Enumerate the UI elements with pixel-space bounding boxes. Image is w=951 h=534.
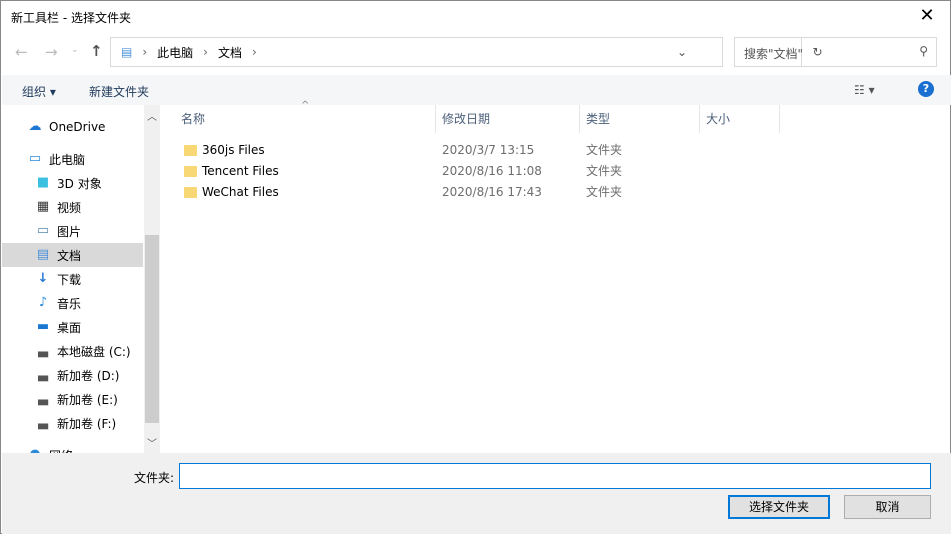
sidebar-item-this-pc[interactable]: ▭ 此电脑 <box>27 147 161 171</box>
sidebar-item-desktop[interactable]: ▬ 桌面 <box>2 315 143 339</box>
column-headers: ^ 名称 修改日期 类型 大小 <box>161 100 951 133</box>
cloud-icon: ☁ <box>28 119 42 134</box>
sidebar-item-videos[interactable]: ▦ 视频 <box>2 195 143 219</box>
cube-icon: ■ <box>36 175 50 190</box>
folder-icon <box>184 187 197 198</box>
recent-dropdown-button[interactable]: ⌄ <box>71 45 79 55</box>
breadcrumb-documents[interactable]: 文档 <box>218 44 242 61</box>
sidebar-item-drive-f[interactable]: ▃ 新加卷 (F:) <box>2 411 143 435</box>
file-row[interactable]: Tencent Files 2020/8/16 11:08 文件夹 <box>161 161 951 182</box>
organize-button[interactable]: 组织 ▾ <box>22 83 56 100</box>
column-date-modified[interactable]: 修改日期 <box>434 105 580 133</box>
sidebar-item-drive-d[interactable]: ▃ 新加卷 (D:) <box>2 363 143 387</box>
column-name[interactable]: 名称 <box>173 105 436 133</box>
scroll-down-button[interactable]: ﹀ <box>147 435 157 450</box>
sidebar-item-pictures[interactable]: ▭ 图片 <box>2 219 143 243</box>
navigation-pane: ☁ OneDrive ▭ 此电脑 ■ 3D 对象 ▦ 视频 ▭ 图片 ▤ 文档 ↓ 下载 ♪ 音… <box>2 105 161 453</box>
drive-icon: ▃ <box>38 343 48 358</box>
new-folder-button[interactable]: 新建文件夹 <box>89 83 149 100</box>
forward-button[interactable]: → <box>45 43 58 61</box>
document-icon: ▤ <box>121 45 133 59</box>
sidebar-item-network[interactable]: ●网络 <box>27 443 161 453</box>
sidebar-item-3d-objects[interactable]: ■ 3D 对象 <box>2 171 143 195</box>
file-row[interactable]: WeChat Files 2020/8/16 17:43 文件夹 <box>161 182 951 203</box>
sidebar-item-downloads[interactable]: ↓ 下载 <box>2 267 143 291</box>
sidebar-item-music[interactable]: ♪ 音乐 <box>2 291 143 315</box>
drive-icon: ▃ <box>38 391 48 406</box>
select-folder-button[interactable]: 选择文件夹 <box>728 495 830 519</box>
sidebar-scrollbar[interactable]: ︿ ﹀ <box>144 105 160 453</box>
window-title: 新工具栏 - 选择文件夹 <box>11 11 131 25</box>
toolbar: 组织 ▾ 新建文件夹 ☷ ▾ ? <box>2 75 951 105</box>
back-button[interactable]: ← <box>15 43 28 61</box>
folder-label: 文件夹: <box>134 471 175 485</box>
folder-icon <box>184 145 197 156</box>
close-button[interactable]: ✕ <box>912 3 942 29</box>
dialog-footer: 文件夹: 选择文件夹 取消 <box>2 453 951 534</box>
search-input[interactable]: 搜索"文档" ⚲ <box>734 37 937 67</box>
folder-input[interactable] <box>179 463 931 489</box>
sidebar-item-onedrive[interactable]: ☁ OneDrive <box>27 115 161 139</box>
help-icon[interactable]: ? <box>918 81 934 97</box>
picture-icon: ▭ <box>36 223 50 238</box>
chevron-right-icon: › <box>142 45 148 59</box>
search-icon: ⚲ <box>919 44 928 58</box>
column-size[interactable]: 大小 <box>698 105 780 133</box>
video-icon: ▦ <box>36 199 50 214</box>
folder-picker-dialog: 新工具栏 - 选择文件夹 ✕ ← → ⌄ ↑ ▤ › 此电脑 › 文档 › ⌄ … <box>0 0 951 534</box>
up-button[interactable]: ↑ <box>90 42 103 60</box>
address-bar[interactable]: ▤ › 此电脑 › 文档 › ⌄ ↻ <box>110 37 823 67</box>
view-options-button[interactable]: ☷ ▾ <box>854 83 875 97</box>
scrollbar-thumb[interactable] <box>145 235 159 423</box>
music-icon: ♪ <box>38 295 48 310</box>
document-icon: ▤ <box>36 247 50 262</box>
chevron-right-icon: › <box>252 45 257 59</box>
computer-icon: ▭ <box>28 151 42 166</box>
file-row[interactable]: 360js Files 2020/3/7 13:15 文件夹 <box>161 140 951 161</box>
sidebar-item-drive-c[interactable]: ▃ 本地磁盘 (C:) <box>2 339 143 363</box>
search-placeholder: 搜索"文档" <box>744 47 804 61</box>
sidebar-item-documents[interactable]: ▤ 文档 <box>2 243 143 267</box>
folder-icon <box>184 166 197 177</box>
download-icon: ↓ <box>37 271 49 286</box>
desktop-icon: ▬ <box>36 319 50 334</box>
drive-icon: ▃ <box>38 415 48 430</box>
scroll-up-button[interactable]: ︿ <box>147 108 157 123</box>
breadcrumb-this-pc[interactable]: 此电脑 <box>157 44 193 61</box>
column-type[interactable]: 类型 <box>578 105 700 133</box>
chevron-right-icon: › <box>203 45 208 59</box>
address-dropdown-button[interactable]: ⌄ <box>677 45 687 59</box>
sidebar-item-drive-e[interactable]: ▃ 新加卷 (E:) <box>2 387 143 411</box>
drive-icon: ▃ <box>38 367 48 382</box>
cancel-button[interactable]: 取消 <box>844 495 931 519</box>
